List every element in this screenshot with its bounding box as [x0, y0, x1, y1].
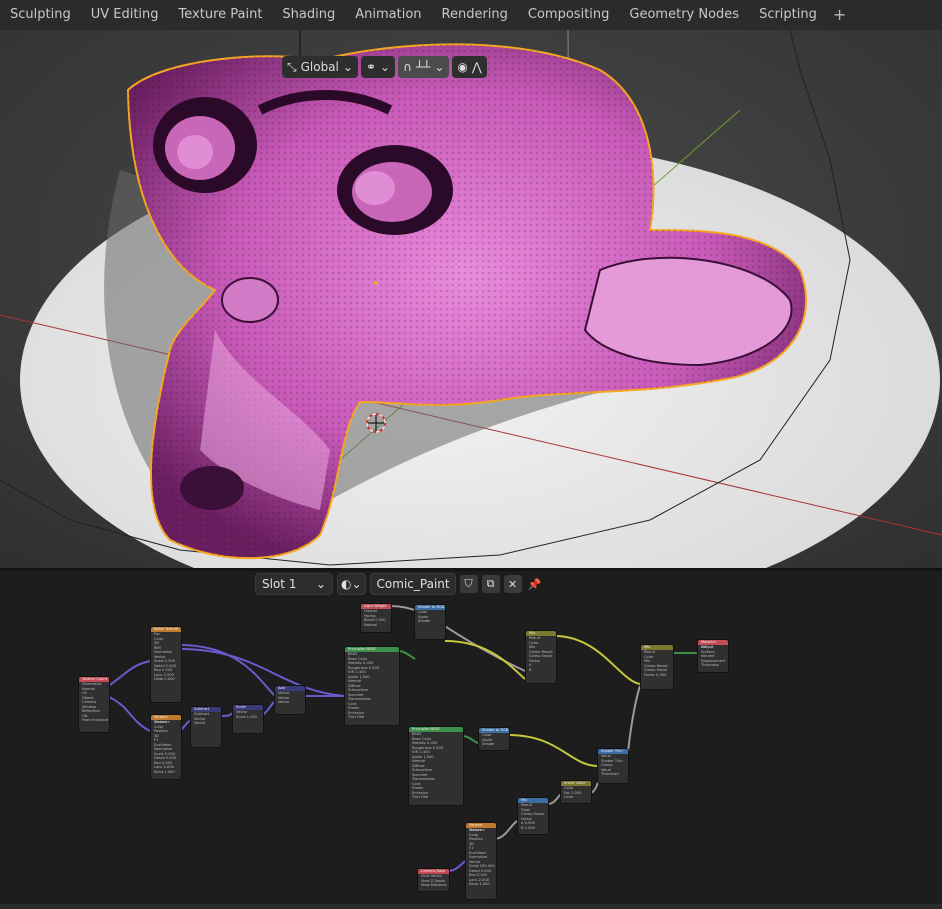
- node-mix-top[interactable]: Mix Result Color Mix Clamp Result Clamp …: [525, 630, 557, 684]
- proportional-editing-toggle[interactable]: ◉ ⋀: [452, 56, 487, 78]
- material-sphere-icon: ◐: [341, 577, 352, 591]
- node-shader-to-rgb-bottom[interactable]: Shader to RGB Color Alpha Shader: [478, 727, 510, 751]
- node-material-output[interactable]: Material Output All Surface Volume Displ…: [697, 639, 729, 673]
- slot-dropdown[interactable]: Slot 1 ⌄: [255, 573, 333, 595]
- tab-texture-paint[interactable]: Texture Paint: [169, 0, 273, 30]
- material-browse-button[interactable]: ◐ ⌄: [337, 573, 366, 595]
- nose: [221, 277, 279, 323]
- chevron-down-icon: ⌄: [342, 60, 353, 74]
- transform-orientation-dropdown[interactable]: ⤡ Global ⌄: [282, 56, 358, 78]
- falloff-curve-icon: ⋀: [471, 60, 482, 74]
- node-subtract[interactable]: Subtract Subtract Vector Vector: [190, 706, 222, 748]
- magnet-icon: ∩: [403, 60, 412, 74]
- shader-node-editor[interactable]: Slot 1 ⌄ ◐ ⌄ Comic_Paint ⛉ ⧉ ✕ 📌 Light W…: [0, 571, 942, 909]
- node-scale[interactable]: Scale Vector Scale 1.000: [232, 704, 264, 734]
- status-bar: [0, 904, 942, 909]
- node-voronoi-texture-left[interactable]: Voronoi Texture Distance Color Position …: [150, 714, 182, 780]
- node-texture-coordinate[interactable]: Texture Coord Generated Normal UV Object…: [78, 676, 110, 733]
- node-editor-header: Slot 1 ⌄ ◐ ⌄ Comic_Paint ⛉ ⧉ ✕ 📌: [255, 573, 544, 595]
- tab-animation[interactable]: Animation: [345, 0, 431, 30]
- pivot-point-dropdown[interactable]: ⚭ ⌄: [360, 56, 396, 78]
- node-light-weight[interactable]: Light Weight Fresnel Facing Blend 0.500 …: [360, 603, 392, 633]
- node-noise-texture[interactable]: Noise Texture Fac Color 3D fBM Normalize…: [150, 626, 182, 703]
- add-workspace-button[interactable]: +: [827, 0, 852, 30]
- node-voronoi-texture-bottom[interactable]: Voronoi Texture Distance Color Position …: [465, 822, 497, 900]
- node-mix-right[interactable]: Mix Result Color Mix Clamp Result Clamp …: [640, 644, 674, 690]
- tab-geometry-nodes[interactable]: Geometry Nodes: [619, 0, 749, 30]
- fake-user-shield-icon[interactable]: ⛉: [459, 575, 478, 593]
- chevron-down-icon: ⌄: [434, 60, 445, 74]
- chevron-down-icon: ⌄: [315, 577, 326, 591]
- pivot-link-icon: ⚭: [365, 60, 377, 74]
- snap-increment-icon: ┴┴: [415, 60, 431, 74]
- viewport-header: ⤡ Global ⌄ ⚭ ⌄ ∩ ┴┴ ⌄ ◉ ⋀: [282, 56, 487, 80]
- node-shader-thin[interactable]: Shader Thin Value Shader Thin Clamp Valu…: [597, 748, 629, 784]
- node-mix-float[interactable]: Mix Result Float Clamp Factor Factor A 0…: [517, 797, 549, 835]
- node-principled-bsdf-top[interactable]: Principled BSDF BSDF Base Color Metallic…: [344, 646, 400, 726]
- node-invert-color[interactable]: Invert Color Color Fac 1.000 Color: [560, 780, 592, 804]
- duplicate-material-icon[interactable]: ⧉: [481, 575, 500, 593]
- chevron-down-icon: ⌄: [351, 577, 362, 591]
- tab-shading[interactable]: Shading: [272, 0, 345, 30]
- pin-icon[interactable]: 📌: [526, 575, 544, 593]
- 3d-viewport[interactable]: ⤡ Global ⌄ ⚭ ⌄ ∩ ┴┴ ⌄ ◉ ⋀: [0, 30, 942, 568]
- viewport-scene: [0, 30, 942, 568]
- tab-sculpting[interactable]: Sculpting: [0, 0, 81, 30]
- proportional-editing-icon: ◉: [457, 60, 468, 74]
- material-name-field[interactable]: Comic_Paint: [369, 573, 456, 595]
- chevron-down-icon: ⌄: [380, 60, 391, 74]
- mouth: [180, 466, 244, 510]
- node-add[interactable]: Add Vector Vector Vector: [274, 685, 306, 715]
- tab-scripting[interactable]: Scripting: [749, 0, 827, 30]
- node-principled-bsdf-bottom[interactable]: Principled BSDF BSDF Base Color Metallic…: [408, 726, 464, 806]
- origin-dot: [374, 281, 378, 285]
- tab-rendering[interactable]: Rendering: [432, 0, 518, 30]
- snapping-toggle[interactable]: ∩ ┴┴ ⌄: [398, 56, 450, 78]
- tab-uv-editing[interactable]: UV Editing: [81, 0, 169, 30]
- node-shader-to-rgb-top[interactable]: Shader to RGB Color Alpha Shader: [414, 604, 446, 640]
- unlink-material-icon[interactable]: ✕: [503, 575, 522, 593]
- node-camera-data[interactable]: Camera Data View Vector View Z Depth Vie…: [417, 868, 450, 892]
- transform-orientation-icon: ⤡: [287, 59, 297, 74]
- tab-compositing[interactable]: Compositing: [518, 0, 620, 30]
- workspace-tab-bar: Sculpting UV Editing Texture Paint Shadi…: [0, 0, 942, 30]
